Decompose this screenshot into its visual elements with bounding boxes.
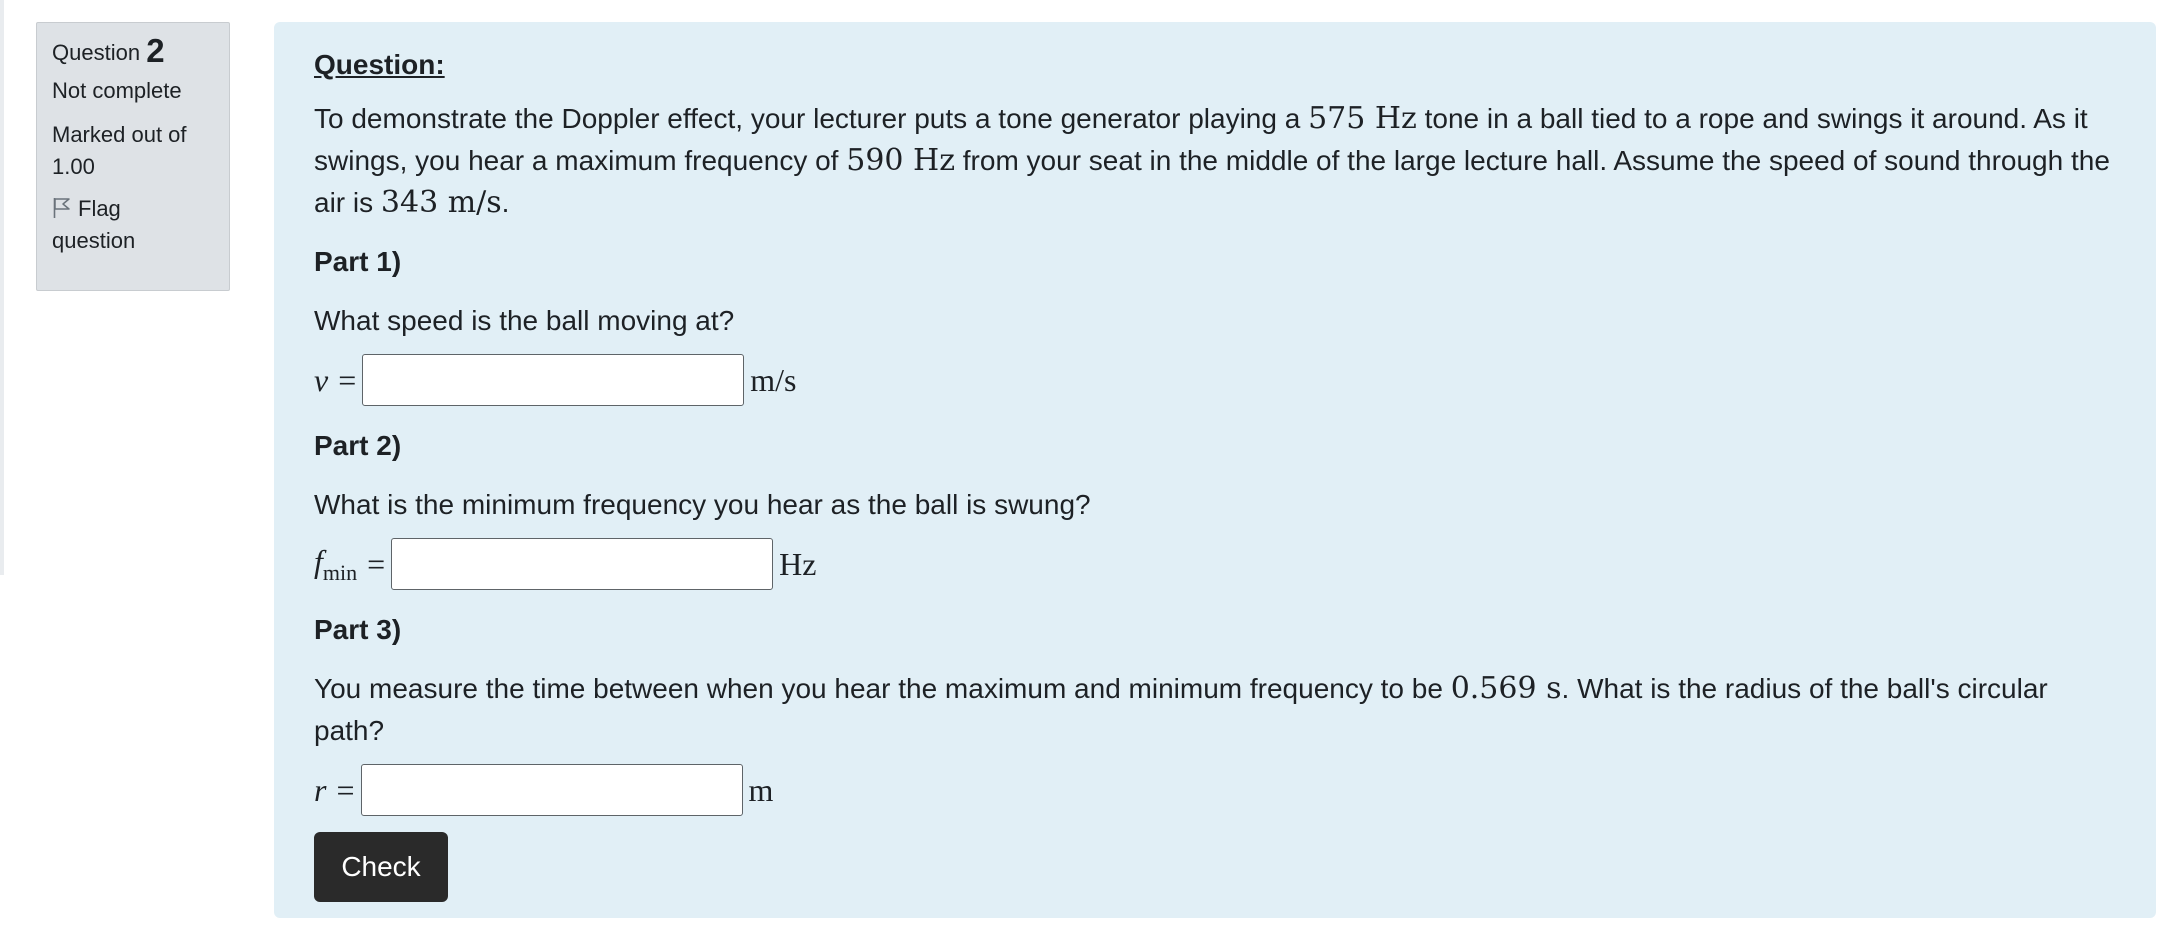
intro-sound-speed: 343 m/s xyxy=(380,185,502,220)
part-3-unit: m xyxy=(748,771,774,808)
part-3-variable: r xyxy=(314,771,327,808)
flag-icon xyxy=(53,198,70,218)
part-2-equals: = xyxy=(367,545,386,582)
part-3-question: You measure the time between when you he… xyxy=(314,668,2116,752)
question-intro: To demonstrate the Doppler effect, your … xyxy=(314,98,2116,224)
check-button[interactable]: Check xyxy=(314,832,448,902)
part-3-question-text-1: You measure the time between when you he… xyxy=(314,673,1451,704)
question-number: 2 xyxy=(146,32,165,69)
question-state: Not complete xyxy=(52,78,182,103)
part-2-unit: Hz xyxy=(779,545,817,582)
question-content-panel: Question: To demonstrate the Doppler eff… xyxy=(274,22,2156,918)
question-label-text: Question xyxy=(52,40,141,65)
part-2-variable-subscript: min xyxy=(322,559,358,585)
flag-question-link[interactable]: Flag question xyxy=(52,193,214,257)
grade-label: Marked out of xyxy=(52,122,187,147)
part-1-heading: Part 1) xyxy=(314,246,402,277)
radius-answer-input[interactable] xyxy=(360,764,743,816)
intro-max-frequency: 590 Hz xyxy=(846,143,955,178)
part-2-heading: Part 2) xyxy=(314,430,402,461)
question-heading: Question: xyxy=(314,49,445,80)
flag-label-line2: question xyxy=(52,228,136,253)
page-edge-divider xyxy=(0,0,4,575)
min-frequency-answer-input[interactable] xyxy=(391,538,774,590)
flag-label-line1: Flag xyxy=(78,196,121,221)
part-1-variable: v xyxy=(314,361,329,398)
part-1-equals: = xyxy=(338,361,357,398)
intro-text-4: . xyxy=(501,187,510,218)
part-1-unit: m/s xyxy=(750,361,797,398)
part-1-question: What speed is the ball moving at? xyxy=(314,305,735,336)
part-2-answer-row: fmin = Hz xyxy=(314,536,2116,592)
question-number-label: Question 2 xyxy=(52,32,214,69)
part-3-heading: Part 3) xyxy=(314,614,402,645)
intro-text-1: To demonstrate the Doppler effect, your … xyxy=(314,103,1309,134)
part-3-answer-row: r = m xyxy=(314,762,2116,818)
part-2-variable: fmin xyxy=(314,543,357,586)
speed-answer-input[interactable] xyxy=(362,354,745,406)
intro-tone-frequency: 575 Hz xyxy=(1308,101,1417,136)
part-2-variable-letter: f xyxy=(314,542,323,579)
part-1-answer-row: v = m/s xyxy=(314,352,2116,408)
part-3-measured-time: 0.569 s xyxy=(1450,671,1562,706)
part-3-equals: = xyxy=(336,771,355,808)
question-grade: Marked out of 1.00 xyxy=(52,119,214,183)
question-info-panel: Question 2 Not complete Marked out of 1.… xyxy=(36,22,230,291)
part-2-question: What is the minimum frequency you hear a… xyxy=(314,489,1091,520)
grade-value: 1.00 xyxy=(52,154,95,179)
